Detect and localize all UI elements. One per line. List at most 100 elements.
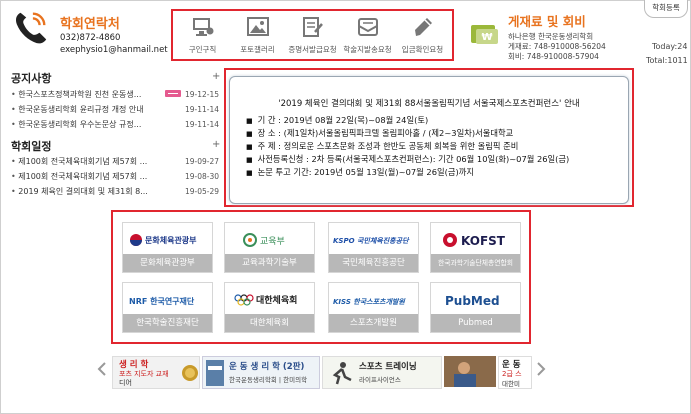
pen-icon <box>415 18 432 36</box>
banner-book-exercise-2[interactable]: 운 동 2급 스 대한미 <box>498 356 532 389</box>
announcement-popup[interactable]: '2019 체육인 결의대회 및 제31회 88서울올림픽기념 서울국제스포츠컨… <box>229 76 629 204</box>
banner-line: 라이프사이언스 <box>359 376 401 384</box>
fee-title: 게재료 및 회비 <box>508 14 586 29</box>
nrf-logo-icon: NRF 한국연구재단 <box>129 296 195 306</box>
quick-link-label: 구인구직 <box>188 45 217 54</box>
badge-icon <box>182 365 198 381</box>
quick-link-certificate[interactable]: 증명서발급요청 <box>285 11 340 59</box>
quick-link-jobs[interactable]: 구인구직 <box>175 11 230 59</box>
fee-account-membership: 회비: 748-910008-57904 <box>508 52 599 61</box>
schedule-item-date: 19-05-29 <box>185 186 220 196</box>
logo-text: PubMed <box>445 294 500 308</box>
kofst-logo-icon: KOFST <box>442 232 506 248</box>
contact-block: 학회연락처 032)872-4860 exephysio1@hanmail.ne… <box>12 8 172 60</box>
notices-more-button[interactable]: + <box>212 71 220 82</box>
logo-text: KISS 한국스포츠개발원 <box>333 298 406 306</box>
notices-title[interactable]: 공지사항 <box>11 70 51 86</box>
banner-book-sports-training[interactable]: 스포츠 트레이닝 라이프사이언스 <box>322 356 442 389</box>
notice-item[interactable]: 한국스포츠정책과학원 진천 운동생... 19-12-15 <box>11 88 221 100</box>
popup-line-venue: 장 소 : (제1일차)서울올림픽파크텔 올림피아홀 / (제2~3일차)서울대… <box>246 127 514 139</box>
mcst-logo-icon: 문화체육관광부 <box>129 233 197 246</box>
partner-logo-pubmed[interactable]: PubMed Pubmed <box>430 282 521 333</box>
schedule-item-title: 2019 체육인 결의대회 및 제31회 8... <box>11 186 161 197</box>
schedule-item-title: 제100회 전국체육대회기념 제57회 ... <box>11 171 161 182</box>
banner-photo-image <box>444 356 496 387</box>
logo-caption: 문화체육관광부 <box>123 254 212 272</box>
banner-line: 운 동 생 리 학 (2판) <box>229 362 305 372</box>
quick-link-photo-gallery[interactable]: 포토갤러리 <box>230 11 285 59</box>
logo-caption: 대한체육회 <box>225 314 314 332</box>
logo-text: 문화체육관광부 <box>145 235 197 245</box>
quick-links: 구인구직 포토갤러리 증명서발급요청 학술지발송요청 입금확인요청 <box>171 9 454 61</box>
logo-caption: 스포츠개발원 <box>329 314 418 332</box>
schedule-item-date: 19-08-30 <box>185 171 220 181</box>
phone-icon <box>16 12 47 44</box>
won-card-icon: ₩ <box>471 25 498 44</box>
moe-logo-icon: 교육부 <box>242 232 285 247</box>
schedule-more-button[interactable]: + <box>212 139 220 150</box>
notice-title: 한국운동생리학회 윤리규정 개정 안내 <box>11 104 161 115</box>
banner-prev-icon[interactable] <box>97 362 107 376</box>
mail-icon <box>358 18 378 36</box>
notice-date: 19-11-14 <box>185 104 220 114</box>
logo-text: 교육부 <box>260 236 285 247</box>
banner-line: 디어 <box>119 379 132 387</box>
page-frame <box>0 0 691 414</box>
popup-line-period: 기 간 : 2019년 08월 22일(목)~08월 24일(토) <box>246 114 429 126</box>
contact-email[interactable]: exephysio1@hanmail.net <box>60 45 168 55</box>
logo-caption: 한국학술진흥재단 <box>123 314 212 332</box>
quick-link-label: 증명서발급요청 <box>288 45 337 54</box>
banner-line: 스포츠 트레이닝 <box>359 362 417 372</box>
logo-caption: 한국과학기술단체총연합회 <box>431 254 520 272</box>
olympic-rings-icon: 대한체육회 <box>233 294 297 306</box>
notice-item[interactable]: 한국운동생리학회 우수논문상 규정... 19-11-14 <box>11 118 221 130</box>
logo-caption: Pubmed <box>431 314 520 332</box>
book-cover-icon <box>206 360 224 386</box>
schedule-item-date: 19-09-27 <box>185 156 220 166</box>
schedule-item[interactable]: 2019 체육인 결의대회 및 제31회 8... 19-05-29 <box>11 185 221 197</box>
kspo-logo-icon: KSPO 국민체육진흥공단 <box>333 236 410 245</box>
quick-link-label: 학술지발송요청 <box>343 45 392 54</box>
logo-text: 대한체육회 <box>256 294 297 306</box>
partner-logo-mcst[interactable]: 문화체육관광부 문화체육관광부 <box>122 222 213 273</box>
partner-logo-ksoc[interactable]: 대한체육회 대한체육회 <box>224 282 315 333</box>
banner-line: 한국운동생리학회 | 한미의학 <box>229 376 308 384</box>
popup-title: '2019 체육인 결의대회 및 제31회 88서울올림픽기념 서울국제스포츠컨… <box>278 99 580 109</box>
logo-text: KOFST <box>461 234 506 248</box>
partner-logo-kofst[interactable]: KOFST 한국과학기술단체총연합회 <box>430 222 521 273</box>
quick-link-label: 입금확인요청 <box>401 45 444 54</box>
banner-line: 대한미 <box>502 380 520 388</box>
partner-logo-kiss[interactable]: KISS 한국스포츠개발원 스포츠개발원 <box>328 282 419 333</box>
logo-text: KSPO 국민체육진흥공단 <box>333 236 410 245</box>
notice-date: 19-11-14 <box>185 119 220 129</box>
notice-title: 한국운동생리학회 우수논문상 규정... <box>11 119 161 130</box>
pubmed-logo-icon: PubMed <box>445 294 500 308</box>
logo-caption: 교육과학기술부 <box>225 254 314 272</box>
schedule-item[interactable]: 제100회 전국체육대회기념 제57회 ... 19-09-27 <box>11 155 221 167</box>
new-badge-icon <box>165 90 181 97</box>
schedule-title[interactable]: 학회일정 <box>11 138 51 154</box>
partner-logo-nrf[interactable]: NRF 한국연구재단 한국학술진흥재단 <box>122 282 213 333</box>
certificate-icon <box>303 17 323 37</box>
popup-line-submission: 논문 투고 기간: 2019년 05월 13일(월)~07월 26일(금)까지 <box>246 166 474 178</box>
athlete-icon <box>332 362 352 385</box>
logo-text: NRF 한국연구재단 <box>129 296 195 306</box>
banner-book-physiology[interactable]: 생 리 학 포츠 지도자 교재 디어 <box>112 356 200 389</box>
notice-item[interactable]: 한국운동생리학회 윤리규정 개정 안내 19-11-14 <box>11 103 221 115</box>
notice-title: 한국스포츠정책과학원 진천 운동생... <box>11 89 161 100</box>
visitor-today: Today:24 <box>652 42 688 51</box>
photo-icon <box>247 17 269 36</box>
quick-link-deposit[interactable]: 입금확인요청 <box>395 11 450 59</box>
partner-logo-moe[interactable]: 교육부 교육과학기술부 <box>224 222 315 273</box>
visitor-total: Total:1011 <box>646 56 688 65</box>
quick-link-journal-mail[interactable]: 학술지발송요청 <box>340 11 395 59</box>
banner-next-icon[interactable] <box>536 362 546 376</box>
register-button[interactable]: 학회등록 <box>644 0 688 18</box>
quick-link-label: 포토갤러리 <box>240 45 275 54</box>
logo-caption: 국민체육진흥공단 <box>329 254 418 272</box>
contact-phone: 032)872-4860 <box>60 33 121 43</box>
partner-logo-kspo[interactable]: KSPO 국민체육진흥공단 국민체육진흥공단 <box>328 222 419 273</box>
schedule-item[interactable]: 제100회 전국체육대회기념 제57회 ... 19-08-30 <box>11 170 221 182</box>
banner-book-exercise-physiology[interactable]: 운 동 생 리 학 (2판) 한국운동생리학회 | 한미의학 <box>202 356 320 389</box>
svg-text:₩: ₩ <box>481 32 492 43</box>
